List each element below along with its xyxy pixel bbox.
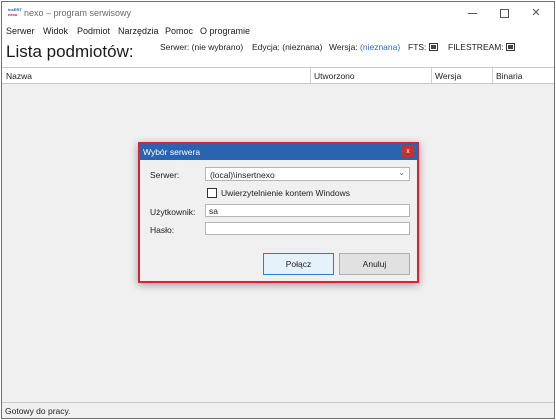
column-header-binaria[interactable]: Binaria: [496, 71, 522, 81]
connect-button[interactable]: Połącz: [263, 253, 334, 275]
dialog-close-button[interactable]: x: [402, 146, 414, 157]
version-info-value: (nieznana): [360, 42, 401, 52]
password-input[interactable]: [205, 222, 410, 235]
server-select[interactable]: (local)\insertnexo ⌄: [205, 167, 410, 181]
server-info: Serwer: (nie wybrano): [160, 42, 243, 52]
column-divider[interactable]: [310, 68, 311, 83]
close-window-button[interactable]: ✕: [520, 2, 552, 24]
dialog-title-bar[interactable]: Wybór serwera x: [140, 144, 417, 160]
menu-o-programie[interactable]: O programie: [200, 26, 250, 36]
fts-indicator: [428, 43, 438, 51]
dialog-title: Wybór serwera: [143, 147, 201, 157]
menu-widok[interactable]: Widok: [43, 26, 68, 36]
fts-info: FTS:: [408, 42, 438, 52]
edition-info-label: Edycja:: [252, 42, 280, 52]
column-divider[interactable]: [492, 68, 493, 83]
edition-info-value: (nieznana): [282, 42, 323, 52]
chevron-down-icon: ⌄: [398, 168, 405, 177]
windows-auth-checkbox[interactable]: [207, 188, 217, 198]
minimize-icon: [467, 12, 477, 14]
status-text: Gotowy do pracy.: [5, 406, 71, 416]
version-info: Wersja: (nieznana): [329, 42, 400, 52]
server-selection-dialog: Wybór serwera x Serwer: (local)\insertne…: [138, 142, 419, 283]
maximize-button[interactable]: [488, 2, 520, 24]
column-header-wersja[interactable]: Wersja: [435, 71, 461, 81]
windows-auth-label[interactable]: Uwierzytelnienie kontem Windows: [221, 188, 350, 198]
menu-narzedzia[interactable]: Narzędzia: [118, 26, 159, 36]
title-bar[interactable]: insERT nexo nexo – program serwisowy ✕: [2, 2, 554, 24]
column-divider[interactable]: [431, 68, 432, 83]
username-input[interactable]: [205, 204, 410, 217]
cancel-button[interactable]: Anuluj: [339, 253, 410, 275]
close-icon: ✕: [531, 7, 541, 19]
menu-pomoc[interactable]: Pomoc: [165, 26, 193, 36]
edition-info: Edycja: (nieznana): [252, 42, 322, 52]
server-info-label: Serwer:: [160, 42, 190, 52]
filestream-info: FILESTREAM:: [448, 42, 516, 52]
app-logo-bottom-text: nexo: [8, 12, 18, 17]
column-header-utworzono[interactable]: Utworzono: [314, 71, 355, 81]
password-label: Hasło:: [150, 225, 175, 235]
minimize-button[interactable]: [456, 2, 488, 24]
maximize-icon: [499, 8, 509, 18]
server-label: Serwer:: [150, 170, 180, 180]
app-logo-icon: insERT nexo: [8, 8, 22, 18]
column-header-nazwa[interactable]: Nazwa: [6, 71, 32, 81]
header-panel: Lista podmiotów: Serwer: (nie wybrano) E…: [2, 39, 554, 67]
username-label: Użytkownik:: [150, 207, 196, 217]
menu-serwer[interactable]: Serwer: [6, 26, 35, 36]
fts-label: FTS:: [408, 42, 427, 52]
close-icon: x: [406, 148, 410, 155]
window-title: nexo – program serwisowy: [24, 8, 132, 18]
menu-bar: Serwer Widok Podmiot Narzędzia Pomoc O p…: [2, 24, 554, 39]
status-bar: Gotowy do pracy.: [2, 402, 554, 418]
version-info-label: Wersja:: [329, 42, 358, 52]
filestream-indicator: [506, 43, 516, 51]
server-info-value: (nie wybrano): [191, 42, 244, 52]
filestream-label: FILESTREAM:: [448, 42, 504, 52]
server-select-value: (local)\insertnexo: [210, 170, 275, 180]
table-header: Nazwa Utworzono Wersja Binaria: [2, 67, 554, 84]
page-title: Lista podmiotów:: [6, 42, 134, 61]
menu-podmiot[interactable]: Podmiot: [77, 26, 110, 36]
